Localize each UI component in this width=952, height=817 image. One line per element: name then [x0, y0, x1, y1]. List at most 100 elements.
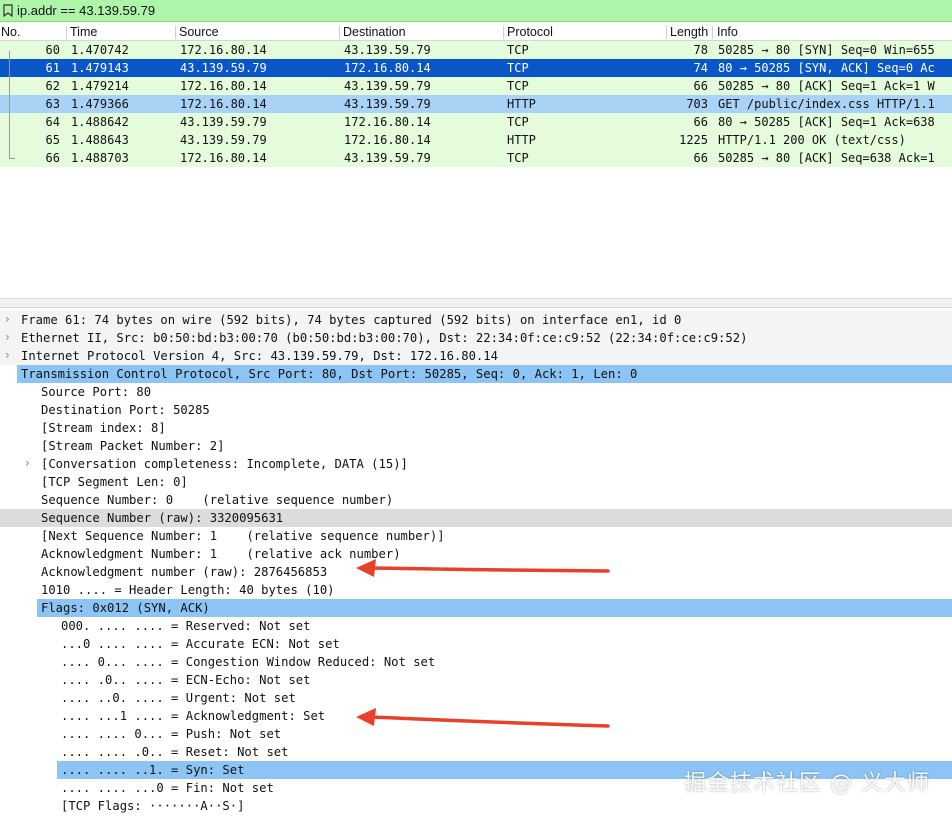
tree-field-text: .... .... ..1. = Syn: Set — [61, 763, 245, 777]
packet-time: 1.488642 — [71, 115, 129, 129]
packet-length: 74 — [693, 61, 708, 75]
tree-field[interactable]: 1010 .... = Header Length: 40 bytes (10) — [0, 581, 952, 599]
tree-field-text: Acknowledgment Number: 1 (relative ack n… — [41, 547, 401, 561]
chevron-right-icon[interactable]: › — [5, 348, 10, 362]
tree-field-text: [Next Sequence Number: 1 (relative seque… — [41, 529, 445, 543]
tree-field[interactable]: Destination Port: 50285 — [0, 401, 952, 419]
tree-field-text: Sequence Number: 0 (relative sequence nu… — [41, 493, 394, 507]
packet-destination: 43.139.59.79 — [344, 97, 431, 111]
packet-time: 1.479143 — [71, 61, 129, 75]
chevron-right-icon[interactable]: › — [5, 330, 10, 344]
tree-field-text: .... .... ...0 = Fin: Not set — [61, 781, 274, 795]
packet-destination: 43.139.59.79 — [344, 79, 431, 93]
packet-info: 80 → 50285 [ACK] Seq=1 Ack=638 — [718, 115, 935, 129]
tree-node-expandable[interactable]: › Ethernet II, Src: b0:50:bd:b3:00:70 (b0… — [0, 329, 952, 347]
column-header-destination[interactable]: Destination — [343, 25, 406, 39]
tree-field-text: Frame 61: 74 bytes on wire (592 bits), 7… — [21, 313, 682, 327]
tree-field[interactable]: [Stream index: 8] — [0, 419, 952, 437]
display-filter-input[interactable]: ip.addr == 43.139.59.79 — [17, 3, 155, 18]
tree-field-text: Sequence Number (raw): 3320095631 — [41, 511, 284, 525]
tree-field-text: [Stream Packet Number: 2] — [41, 439, 225, 453]
tree-field-text: Source Port: 80 — [41, 385, 152, 399]
pane-splitter[interactable] — [0, 298, 952, 308]
tree-field-text: .... .... .0.. = Reset: Not set — [61, 745, 289, 759]
packet-no: 65 — [45, 133, 60, 147]
tree-node-expandable[interactable]: › [Conversation completeness: Incomplete,… — [0, 455, 952, 473]
packet-row[interactable]: 61 1.479143 43.139.59.79 172.16.80.14 TCP 74 8… — [0, 59, 952, 77]
packet-row[interactable]: 60 1.470742 172.16.80.14 43.139.59.79 TCP 78 5… — [0, 41, 952, 59]
column-header-info[interactable]: Info — [717, 25, 738, 39]
tree-node-expandable[interactable]: ⌵Flags: 0x012 (SYN, ACK) — [37, 599, 952, 617]
packet-destination: 43.139.59.79 — [344, 151, 431, 165]
packet-no: 61 — [45, 61, 60, 75]
conversation-tree-line — [9, 51, 10, 159]
packet-time: 1.479214 — [71, 79, 129, 93]
packet-source: 172.16.80.14 — [180, 97, 267, 111]
tree-field[interactable]: Acknowledgment number (raw): 2876456853 — [0, 563, 952, 581]
packet-info: GET /public/index.css HTTP/1.1 — [718, 97, 935, 111]
packet-length: 78 — [693, 43, 708, 57]
tree-field[interactable]: .... .... .0.. = Reset: Not set — [0, 743, 952, 761]
tree-field-text: [TCP Flags: ·······A··S·] — [61, 799, 245, 813]
packet-row[interactable]: 65 1.488643 43.139.59.79 172.16.80.14 HTTP 12… — [0, 131, 952, 149]
tree-node-expandable[interactable]: › Internet Protocol Version 4, Src: 43.13… — [0, 347, 952, 365]
column-header-protocol[interactable]: Protocol — [507, 25, 553, 39]
packet-length: 703 — [686, 97, 708, 111]
packet-protocol: TCP — [507, 43, 529, 57]
watermark: 掘金技术社区 @ 义大师 — [684, 771, 930, 796]
chevron-right-icon[interactable]: › — [25, 456, 30, 470]
packet-info: HTTP/1.1 200 OK (text/css) — [718, 133, 906, 147]
tree-field[interactable]: 000. .... .... = Reserved: Not set — [0, 617, 952, 635]
column-header-time[interactable]: Time — [70, 25, 97, 39]
column-header-no[interactable]: No. — [1, 25, 20, 39]
packet-destination: 43.139.59.79 — [344, 43, 431, 57]
tree-field[interactable]: [Next Sequence Number: 1 (relative seque… — [0, 527, 952, 545]
display-filter-bar[interactable]: ip.addr == 43.139.59.79 — [0, 0, 952, 22]
tree-field[interactable]: .... .0.. .... = ECN-Echo: Not set — [0, 671, 952, 689]
tree-field-text: 000. .... .... = Reserved: Not set — [61, 619, 311, 633]
packet-protocol: TCP — [507, 61, 529, 75]
tree-node-expandable[interactable]: ⌵Transmission Control Protocol, Src Port… — [17, 365, 952, 383]
tree-field[interactable]: [TCP Segment Len: 0] — [0, 473, 952, 491]
tree-field[interactable]: [TCP Flags: ·······A··S·] — [0, 797, 952, 815]
tree-field-text: [Conversation completeness: Incomplete, … — [41, 457, 408, 471]
tree-field-text: Acknowledgment number (raw): 2876456853 — [41, 565, 328, 579]
tree-node-expandable[interactable]: › Frame 61: 74 bytes on wire (592 bits), … — [0, 311, 952, 329]
tree-field[interactable]: Acknowledgment Number: 1 (relative ack n… — [0, 545, 952, 563]
packet-protocol: HTTP — [507, 133, 536, 147]
packet-row[interactable]: 66 1.488703 172.16.80.14 43.139.59.79 TCP 66 5… — [0, 149, 952, 167]
tree-field-text: .... .0.. .... = ECN-Echo: Not set — [61, 673, 311, 687]
tree-field[interactable]: .... .... 0... = Push: Not set — [0, 725, 952, 743]
packet-info: 80 → 50285 [SYN, ACK] Seq=0 Ac — [718, 61, 935, 75]
tree-field[interactable]: .... ..0. .... = Urgent: Not set — [0, 689, 952, 707]
tree-field-text: [TCP Segment Len: 0] — [41, 475, 188, 489]
tree-field-text: 1010 .... = Header Length: 40 bytes (10) — [41, 583, 335, 597]
tree-field-text: [Stream index: 8] — [41, 421, 166, 435]
packet-info: 50285 → 80 [ACK] Seq=1 Ack=1 W — [718, 79, 935, 93]
packet-no: 60 — [45, 43, 60, 57]
packet-protocol: TCP — [507, 151, 529, 165]
packet-length: 66 — [693, 151, 708, 165]
tree-field[interactable]: Sequence Number (raw): 3320095631 — [0, 509, 952, 527]
tree-field[interactable]: .... ...1 .... = Acknowledgment: Set — [0, 707, 952, 725]
packet-row[interactable]: 62 1.479214 172.16.80.14 43.139.59.79 TCP 66 5… — [0, 77, 952, 95]
packet-no: 64 — [45, 115, 60, 129]
packet-protocol: TCP — [507, 79, 529, 93]
tree-field[interactable]: Source Port: 80 — [0, 383, 952, 401]
tree-field-text: .... ...1 .... = Acknowledgment: Set — [61, 709, 326, 723]
column-header-source[interactable]: Source — [179, 25, 219, 39]
chevron-right-icon[interactable]: › — [5, 312, 10, 326]
tree-field[interactable]: [Stream Packet Number: 2] — [0, 437, 952, 455]
packet-info: 50285 → 80 [ACK] Seq=638 Ack=1 — [718, 151, 935, 165]
conversation-tree-end — [9, 158, 15, 159]
column-header-length[interactable]: Length — [670, 25, 710, 39]
packet-source: 172.16.80.14 — [180, 43, 267, 57]
packet-row[interactable]: 64 1.488642 43.139.59.79 172.16.80.14 TCP 66 8… — [0, 113, 952, 131]
tree-field[interactable]: ...0 .... .... = Accurate ECN: Not set — [0, 635, 952, 653]
packet-source: 172.16.80.14 — [180, 151, 267, 165]
packet-no: 66 — [45, 151, 60, 165]
tree-field[interactable]: .... 0... .... = Congestion Window Reduc… — [0, 653, 952, 671]
packet-row[interactable]: 63 1.479366 172.16.80.14 43.139.59.79 HTTP 70… — [0, 95, 952, 113]
bookmark-icon[interactable] — [3, 4, 13, 17]
tree-field[interactable]: Sequence Number: 0 (relative sequence nu… — [0, 491, 952, 509]
